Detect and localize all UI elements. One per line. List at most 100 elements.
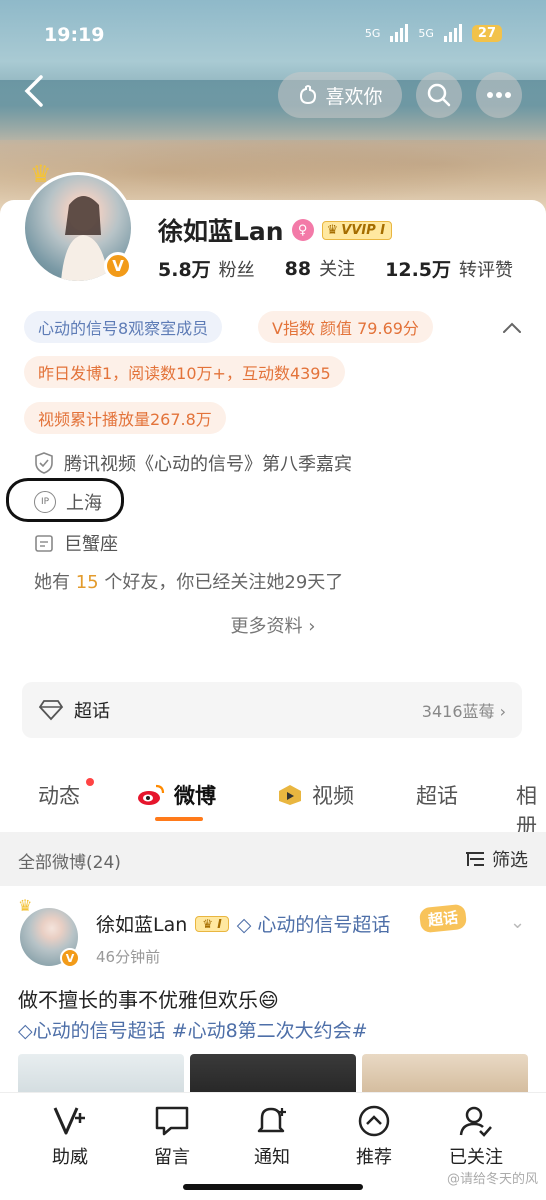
crown-small-icon: ♛ <box>326 222 339 238</box>
filter-bar: 全部微博(24) 筛选 <box>0 832 546 886</box>
weibo-logo-icon <box>138 784 165 805</box>
content-tabs: 动态 微博 视频 超话 相册 <box>0 768 546 838</box>
post-verified-v-icon: V <box>60 948 80 968</box>
signal-label-1: 5G <box>364 26 381 40</box>
stat-interactions-value: 12.5万 <box>385 259 452 281</box>
tab-super-topic[interactable]: 超话 <box>416 780 458 810</box>
stat-interactions-label: 转评赞 <box>459 260 514 281</box>
tab-video-label: 视频 <box>312 784 354 808</box>
stat-fans[interactable]: 5.8万 粉丝 <box>158 255 255 282</box>
shield-check-icon <box>35 452 53 474</box>
crown-icon: ♛ <box>30 160 52 188</box>
vvip-badge[interactable]: ♛ VVIP I <box>321 220 393 240</box>
tab-activity-label: 动态 <box>38 784 80 808</box>
friends-prefix: 她有 <box>34 572 70 593</box>
recommend-label: 推荐 <box>356 1147 392 1168</box>
like-you-label: 喜欢你 <box>325 85 383 108</box>
notification-dot <box>86 778 94 786</box>
search-button[interactable] <box>416 72 462 118</box>
post-topic-link[interactable]: ◇ 心动的信号超话 <box>237 910 391 937</box>
signal-icon <box>390 24 409 42</box>
tab-weibo-label: 微博 <box>174 784 216 808</box>
active-tab-underline <box>155 817 203 821</box>
zodiac-text: 巨蟹座 <box>64 534 118 555</box>
search-icon <box>427 83 451 107</box>
tab-album-label: 相册 <box>516 784 537 838</box>
filter-label: 筛选 <box>492 850 528 871</box>
stat-following[interactable]: 88 关注 <box>285 255 355 282</box>
more-dots-icon <box>487 92 511 98</box>
message-label: 留言 <box>154 1147 190 1168</box>
tab-super-topic-label: 超话 <box>416 784 458 808</box>
stat-interactions[interactable]: 12.5万 转评赞 <box>385 255 513 282</box>
cheer-label: 助威 <box>52 1147 88 1168</box>
post-text: 做不擅长的事不优雅但欢乐😄 <box>18 988 279 1012</box>
avatar-container[interactable]: ♛ V <box>22 160 134 284</box>
name-row: 徐如蓝Lan ♀ ♛ VVIP I <box>158 212 393 248</box>
all-weibo-count[interactable]: 全部微博(24) <box>18 848 121 873</box>
chevron-up-circle-icon <box>358 1105 390 1137</box>
stat-fans-value: 5.8万 <box>158 259 211 281</box>
tag-video-plays[interactable]: 视频累计播放量267.8万 <box>24 402 226 434</box>
comment-icon <box>155 1106 189 1136</box>
super-topic-tag: 超话 <box>418 903 468 934</box>
hand-icon <box>300 85 317 105</box>
tag-observer[interactable]: 心动的信号8观察室成员 <box>24 311 223 343</box>
top-nav: 喜欢你 <box>0 70 546 118</box>
post-author[interactable]: 徐如蓝Lan <box>96 910 187 937</box>
verified-info: 腾讯视频《心动的信号》第八季嘉宾 <box>34 450 352 476</box>
post-header: 徐如蓝Lan ♛ I ◇ 心动的信号超话 <box>96 910 390 937</box>
battery-icon: 27 <box>471 24 502 42</box>
verified-v-icon: V <box>104 252 132 280</box>
like-you-button[interactable]: 喜欢你 <box>278 72 402 118</box>
recommend-button[interactable]: 推荐 <box>334 1105 414 1169</box>
video-icon <box>279 785 301 805</box>
signal-icon-2 <box>443 24 462 42</box>
tab-activity[interactable]: 动态 <box>38 780 80 810</box>
friends-info[interactable]: 她有 15 个好友，你已经关注她29天了 <box>34 568 343 594</box>
post-time: 46分钟前 <box>96 948 161 966</box>
followed-label: 已关注 <box>449 1147 503 1168</box>
super-topic-entry[interactable]: 超话 3416蓝莓 › <box>22 682 522 738</box>
tag-v-index[interactable]: V指数 颜值 79.69分 <box>258 311 433 343</box>
followed-button[interactable]: 已关注 <box>436 1105 516 1169</box>
friends-suffix: 个好友，你已经关注她29天了 <box>104 572 344 593</box>
tag-yesterday[interactable]: 昨日发博1，阅读数10万+，互动数4395 <box>24 356 345 388</box>
post-crown-icon: ♛ <box>18 896 33 915</box>
chevron-up-icon[interactable] <box>500 316 524 340</box>
more-info-label: 更多资料 <box>230 616 303 637</box>
chevron-left-icon <box>24 75 43 107</box>
profile-stats: 5.8万 粉丝 88 关注 12.5万 转评赞 <box>158 255 513 282</box>
home-indicator[interactable] <box>183 1184 363 1190</box>
notify-button[interactable]: 通知 <box>232 1105 312 1169</box>
friends-count: 15 <box>75 572 99 593</box>
calendar-icon <box>35 535 53 552</box>
tab-video[interactable]: 视频 <box>276 780 354 810</box>
zodiac-info: 巨蟹座 <box>34 530 118 556</box>
back-button[interactable] <box>14 74 54 114</box>
filter-button[interactable]: 筛选 <box>464 846 528 872</box>
bell-plus-icon <box>257 1107 286 1133</box>
female-icon: ♀ <box>291 219 314 241</box>
message-button[interactable]: 留言 <box>132 1105 212 1169</box>
tab-weibo[interactable]: 微博 <box>136 780 216 810</box>
watermark: @请给冬天的风 <box>446 1172 538 1187</box>
chevron-down-icon[interactable]: ⌄ <box>510 912 525 933</box>
stat-following-value: 88 <box>284 258 312 280</box>
v-plus-icon <box>53 1107 85 1135</box>
status-time: 19:19 <box>44 24 105 46</box>
chevron-right-icon: › <box>308 616 316 637</box>
more-info-link[interactable]: 更多资料 › <box>0 612 546 638</box>
tab-album[interactable]: 相册 <box>516 780 546 840</box>
profile-name: 徐如蓝Lan <box>158 217 284 246</box>
ip-location: 上海 <box>66 493 102 514</box>
post-vip-badge: ♛ I <box>195 915 229 932</box>
stat-following-label: 关注 <box>319 259 356 280</box>
cheer-button[interactable]: 助威 <box>30 1105 110 1169</box>
post-topic-links[interactable]: ◇心动的信号超话 #心动8第二次大约会# <box>18 1016 368 1043</box>
diamond-icon <box>38 700 64 721</box>
notify-label: 通知 <box>254 1147 290 1168</box>
filter-icon <box>466 852 484 866</box>
more-button[interactable] <box>476 72 522 118</box>
super-topic-label: 超话 <box>74 701 110 722</box>
